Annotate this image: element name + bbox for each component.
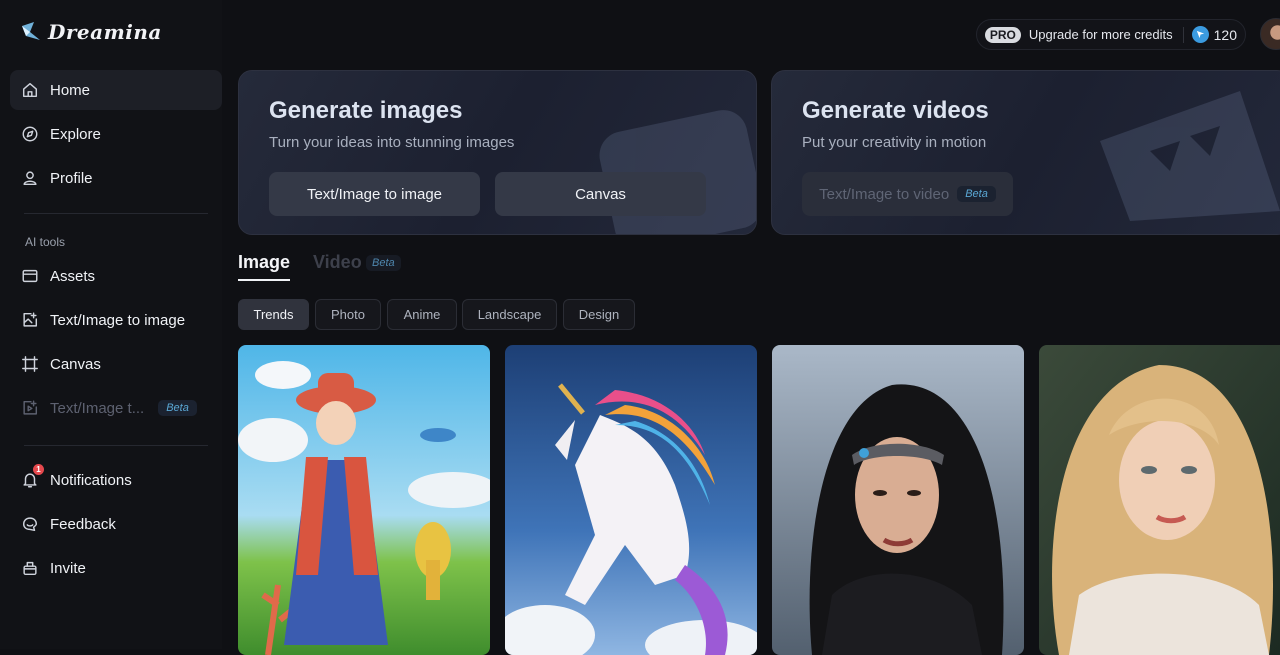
tab-video[interactable]: Video [313, 252, 362, 273]
tab-image[interactable]: Image [238, 252, 290, 273]
doll-artwork-image [238, 345, 490, 655]
warrior-portrait-image [772, 345, 1024, 655]
video-decoration-icon [1100, 91, 1280, 221]
generate-images-card: Generate images Turn your ideas into stu… [238, 70, 757, 235]
filter-landscape[interactable]: Landscape [462, 299, 557, 330]
canvas-frame-icon [20, 354, 40, 374]
hero-subtitle: Turn your ideas into stunning images [269, 134, 515, 151]
unicorn-artwork-image [505, 345, 757, 655]
sidebar-item-label: Explore [50, 125, 101, 143]
home-icon [20, 80, 40, 100]
sidebar-item-text-image-to-video[interactable]: Text/Image t... Beta [10, 388, 222, 428]
folder-icon [20, 266, 40, 286]
sidebar-item-label: Text/Image to image [50, 311, 186, 329]
image-plus-icon [20, 310, 40, 330]
sidebar-item-explore[interactable]: Explore [10, 114, 222, 154]
sidebar-divider [24, 213, 208, 214]
canvas-button[interactable]: Canvas [495, 172, 706, 216]
text-image-to-video-button[interactable]: Text/Image to video Beta [802, 172, 1013, 216]
sidebar-item-notifications[interactable]: 1 Notifications [10, 460, 222, 500]
gallery-card[interactable] [772, 345, 1024, 655]
gallery-card[interactable] [1039, 345, 1280, 655]
curly-hair-portrait-image [1039, 345, 1280, 655]
sidebar-item-label: Notifications [50, 471, 132, 489]
gift-icon [20, 558, 40, 578]
sidebar-divider [24, 445, 208, 446]
upgrade-link[interactable]: Upgrade for more credits [1029, 27, 1173, 42]
sidebar-item-home[interactable]: Home [10, 70, 222, 110]
sidebar-item-label: Profile [50, 169, 93, 187]
separator [1182, 26, 1184, 43]
sidebar-item-text-image-to-image[interactable]: Text/Image to image [10, 300, 222, 340]
generate-videos-card: Generate videos Put your creativity in m… [771, 70, 1280, 235]
sidebar-item-profile[interactable]: Profile [10, 158, 222, 198]
filter-anime[interactable]: Anime [387, 299, 457, 330]
sidebar-item-label: Invite [50, 559, 86, 577]
text-image-to-image-button[interactable]: Text/Image to image [269, 172, 480, 216]
sidebar-item-label: Home [50, 81, 91, 99]
upgrade-credits-bar[interactable]: PRO Upgrade for more credits 120 [975, 19, 1246, 50]
beta-badge: Beta [158, 400, 197, 416]
active-tab-indicator [238, 279, 290, 281]
button-label: Text/Image to video [819, 185, 950, 203]
gallery-card[interactable] [505, 345, 757, 655]
video-plus-icon [20, 398, 40, 418]
sidebar-item-assets[interactable]: Assets [10, 256, 222, 296]
sidebar-item-canvas[interactable]: Canvas [10, 344, 222, 384]
app-logo[interactable]: Dreamina [20, 20, 162, 44]
gallery-card[interactable] [238, 345, 490, 655]
credit-icon [1191, 26, 1209, 43]
filter-trends[interactable]: Trends [238, 299, 309, 330]
chat-icon [20, 514, 40, 534]
hero-title: Generate videos [802, 97, 989, 124]
sidebar-item-feedback[interactable]: Feedback [10, 504, 222, 544]
hero-title: Generate images [269, 97, 463, 124]
dreamina-logo-icon [22, 22, 40, 40]
bell-icon: 1 [20, 464, 44, 490]
filter-design[interactable]: Design [563, 299, 635, 330]
avatar[interactable] [1260, 18, 1280, 50]
filter-photo[interactable]: Photo [315, 299, 381, 330]
compass-icon [20, 124, 40, 144]
beta-badge: Beta [366, 255, 401, 271]
user-icon [20, 168, 40, 188]
sidebar-item-invite[interactable]: Invite [10, 548, 222, 588]
credit-count: 120 [1213, 26, 1237, 43]
app-name: Dreamina [48, 20, 162, 44]
sidebar: Dreamina Home Explore Profile AI tools A… [0, 0, 222, 649]
sidebar-item-label: Feedback [50, 515, 116, 533]
sidebar-item-label: Assets [50, 267, 96, 285]
beta-badge: Beta [957, 186, 996, 202]
sidebar-item-label: Text/Image t... [50, 399, 145, 417]
hero-subtitle: Put your creativity in motion [802, 134, 987, 151]
pro-badge: PRO [984, 26, 1021, 43]
sidebar-item-label: Canvas [50, 355, 101, 373]
section-title-ai-tools: AI tools [25, 235, 66, 249]
notification-count-badge: 1 [33, 464, 44, 475]
